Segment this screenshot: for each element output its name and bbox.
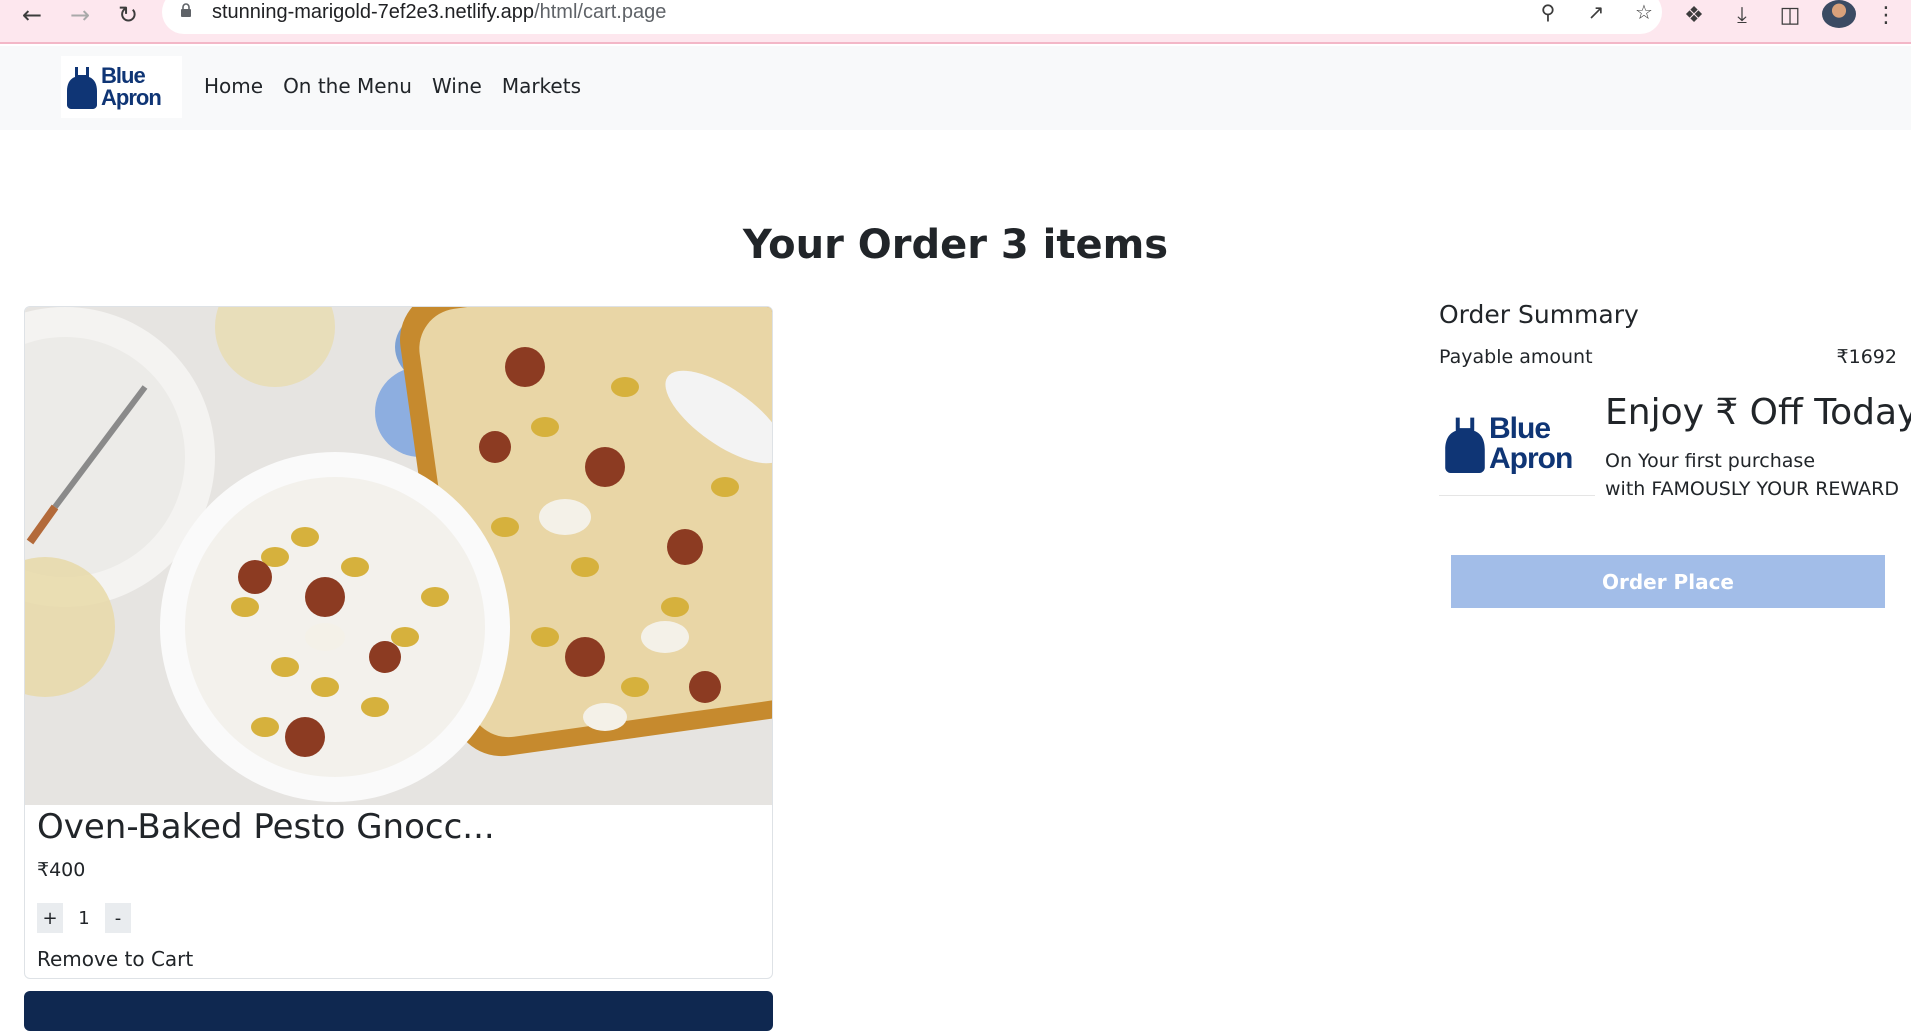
brand-logo-text: Blue Apron bbox=[101, 63, 162, 110]
reload-icon[interactable]: ↻ bbox=[110, 0, 146, 30]
decrease-quantity-button[interactable]: - bbox=[105, 903, 131, 933]
nav-link-on-the-menu[interactable]: On the Menu bbox=[283, 74, 412, 98]
bookmark-star-icon[interactable]: ☆ bbox=[1630, 0, 1658, 26]
nav-links: Home On the Menu Wine Markets bbox=[204, 74, 581, 98]
address-bar[interactable]: stunning-marigold-7ef2e3.netlify.app/htm… bbox=[162, 0, 1662, 34]
cart-item-card: Oven-Baked Pesto Gnocc... ₹400 + 1 - Rem… bbox=[24, 306, 773, 979]
nav-link-markets[interactable]: Markets bbox=[502, 74, 581, 98]
promo-headline: Enjoy ₹ Off Today bbox=[1605, 392, 1911, 433]
nav-link-home[interactable]: Home bbox=[204, 74, 263, 98]
promo-text-line2: with FAMOUSLY YOUR REWARD bbox=[1605, 478, 1900, 500]
product-price: ₹400 bbox=[37, 859, 86, 881]
order-place-button[interactable]: Order Place bbox=[1451, 555, 1885, 608]
forward-icon[interactable]: → bbox=[62, 0, 98, 30]
promo-logo-text: Blue Apron bbox=[1489, 411, 1573, 475]
nav-link-wine[interactable]: Wine bbox=[432, 74, 482, 98]
apron-icon bbox=[67, 67, 97, 109]
url-text[interactable]: stunning-marigold-7ef2e3.netlify.app/htm… bbox=[212, 1, 666, 24]
promo-logo: Blue Apron bbox=[1439, 392, 1595, 496]
payable-row: Payable amount ₹1692 bbox=[1439, 346, 1897, 368]
apron-icon bbox=[1445, 417, 1485, 473]
cart-item-card-next bbox=[24, 991, 773, 1031]
zoom-out-icon[interactable]: ⚲ bbox=[1534, 0, 1562, 26]
extensions-icon[interactable]: ❖ bbox=[1676, 0, 1712, 30]
remove-from-cart-link[interactable]: Remove to Cart bbox=[37, 947, 193, 971]
brand-logo[interactable]: Blue Apron bbox=[61, 56, 182, 118]
product-title: Oven-Baked Pesto Gnocc... bbox=[37, 807, 495, 847]
page-title: Your Order 3 items bbox=[742, 222, 1169, 268]
browser-toolbar: ← → ↻ stunning-marigold-7ef2e3.netlify.a… bbox=[0, 0, 1911, 44]
product-image bbox=[25, 307, 772, 805]
order-summary: Order Summary Payable amount ₹1692 Blue … bbox=[1439, 300, 1911, 500]
promo-banner: Blue Apron Enjoy ₹ Off Today On Your fir… bbox=[1439, 392, 1911, 500]
increase-quantity-button[interactable]: + bbox=[37, 903, 63, 933]
kebab-menu-icon[interactable]: ⋮ bbox=[1868, 0, 1904, 30]
promo-text-line1: On Your first purchase bbox=[1605, 450, 1816, 472]
download-icon[interactable]: ⤓ bbox=[1724, 0, 1760, 30]
back-icon[interactable]: ← bbox=[14, 0, 50, 30]
quantity-stepper: + 1 - bbox=[37, 903, 131, 933]
site-navbar: Blue Apron Home On the Menu Wine Markets bbox=[0, 46, 1911, 130]
order-summary-title: Order Summary bbox=[1439, 300, 1639, 329]
lock-icon[interactable] bbox=[180, 3, 192, 17]
payable-label: Payable amount bbox=[1439, 346, 1593, 368]
profile-avatar[interactable] bbox=[1822, 0, 1856, 28]
payable-amount: ₹1692 bbox=[1836, 346, 1897, 368]
side-panel-icon[interactable]: ◫ bbox=[1772, 0, 1808, 30]
quantity-value: 1 bbox=[78, 907, 90, 929]
share-icon[interactable]: ↗ bbox=[1582, 0, 1610, 26]
